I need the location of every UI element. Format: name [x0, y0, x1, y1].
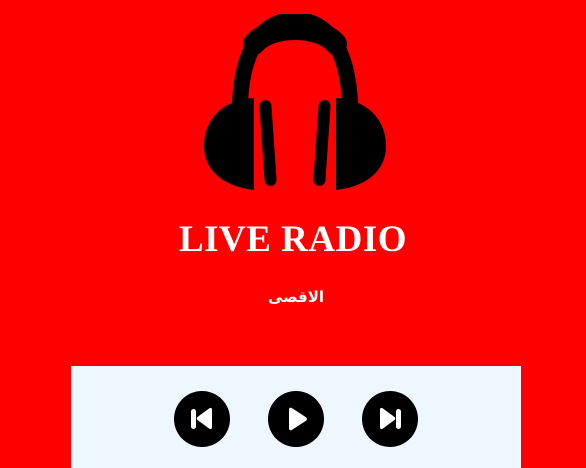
station-name: الاقصى	[267, 288, 325, 306]
next-button[interactable]	[362, 391, 418, 447]
skip-previous-icon	[191, 407, 212, 430]
headphones-icon	[204, 14, 386, 190]
play-button[interactable]	[268, 391, 324, 447]
player-controls-panel	[71, 366, 521, 468]
previous-button[interactable]	[174, 391, 230, 447]
skip-next-icon	[380, 407, 401, 430]
page-title: LIVE RADIO	[178, 219, 408, 260]
radio-player-page: LIVE RADIO الاقصى	[0, 0, 586, 468]
play-icon	[289, 407, 307, 431]
